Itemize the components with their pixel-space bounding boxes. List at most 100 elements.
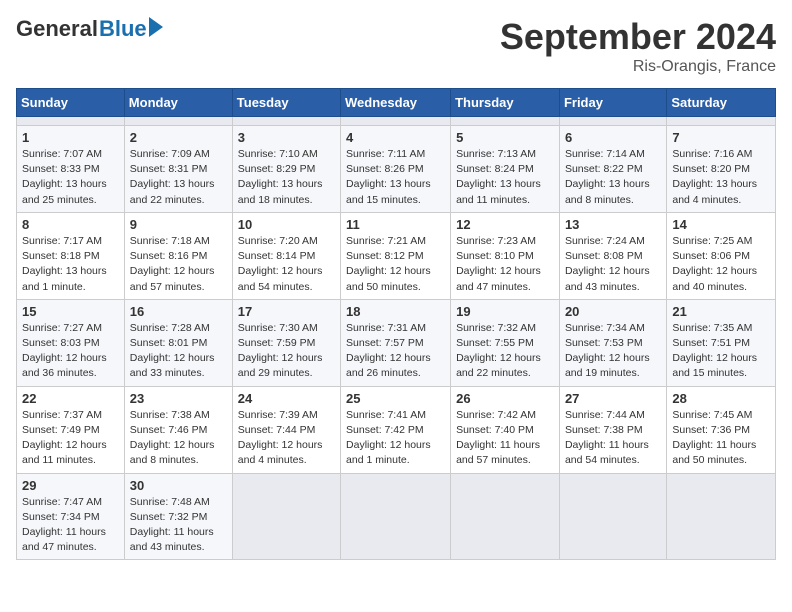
day-number: 3 bbox=[238, 130, 335, 145]
day-content: Sunrise: 7:25 AM Sunset: 8:06 PM Dayligh… bbox=[672, 234, 770, 295]
calendar-day-cell: 18Sunrise: 7:31 AM Sunset: 7:57 PM Dayli… bbox=[341, 299, 451, 386]
day-number: 19 bbox=[456, 304, 554, 319]
calendar-day-cell: 14Sunrise: 7:25 AM Sunset: 8:06 PM Dayli… bbox=[667, 212, 776, 299]
calendar-day-cell: 29Sunrise: 7:47 AM Sunset: 7:34 PM Dayli… bbox=[17, 473, 125, 560]
calendar-day-cell bbox=[451, 117, 560, 126]
day-content: Sunrise: 7:16 AM Sunset: 8:20 PM Dayligh… bbox=[672, 147, 770, 208]
calendar-day-cell: 4Sunrise: 7:11 AM Sunset: 8:26 PM Daylig… bbox=[341, 126, 451, 213]
logo-arrow-icon bbox=[149, 17, 163, 37]
day-content: Sunrise: 7:10 AM Sunset: 8:29 PM Dayligh… bbox=[238, 147, 335, 208]
day-number: 8 bbox=[22, 217, 119, 232]
day-number: 24 bbox=[238, 391, 335, 406]
calendar-week-row: 1 Sunrise: 7:07 AM Sunset: 8:33 PM Daylig… bbox=[17, 126, 776, 213]
day-number: 29 bbox=[22, 478, 119, 493]
day-content: Sunrise: 7:45 AM Sunset: 7:36 PM Dayligh… bbox=[672, 408, 770, 469]
day-number: 1 bbox=[22, 130, 119, 145]
day-content: Sunrise: 7:34 AM Sunset: 7:53 PM Dayligh… bbox=[565, 321, 661, 382]
day-content: Sunrise: 7:44 AM Sunset: 7:38 PM Dayligh… bbox=[565, 408, 661, 469]
calendar-title: September 2024 bbox=[500, 16, 776, 58]
day-content: Sunrise: 7:35 AM Sunset: 7:51 PM Dayligh… bbox=[672, 321, 770, 382]
calendar-day-cell bbox=[667, 473, 776, 560]
calendar-day-cell bbox=[232, 117, 340, 126]
calendar-day-cell: 28 Sunrise: 7:45 AM Sunset: 7:36 PM Dayli… bbox=[667, 386, 776, 473]
day-content: Sunrise: 7:07 AM Sunset: 8:33 PM Dayligh… bbox=[22, 147, 119, 208]
calendar-table: Sunday Monday Tuesday Wednesday Thursday… bbox=[16, 88, 776, 560]
day-number: 27 bbox=[565, 391, 661, 406]
calendar-header-row: Sunday Monday Tuesday Wednesday Thursday… bbox=[17, 89, 776, 117]
day-number: 26 bbox=[456, 391, 554, 406]
calendar-day-cell: 8 Sunrise: 7:17 AM Sunset: 8:18 PM Daylig… bbox=[17, 212, 125, 299]
calendar-day-cell: 25Sunrise: 7:41 AM Sunset: 7:42 PM Dayli… bbox=[341, 386, 451, 473]
day-content: Sunrise: 7:13 AM Sunset: 8:24 PM Dayligh… bbox=[456, 147, 554, 208]
day-number: 2 bbox=[130, 130, 227, 145]
calendar-day-cell bbox=[124, 117, 232, 126]
calendar-day-cell: 3 Sunrise: 7:10 AM Sunset: 8:29 PM Daylig… bbox=[232, 126, 340, 213]
calendar-day-cell: 17Sunrise: 7:30 AM Sunset: 7:59 PM Dayli… bbox=[232, 299, 340, 386]
day-number: 28 bbox=[672, 391, 770, 406]
calendar-day-cell bbox=[559, 473, 666, 560]
page-header: General Blue September 2024 Ris-Orangis,… bbox=[16, 16, 776, 76]
day-number: 22 bbox=[22, 391, 119, 406]
day-number: 4 bbox=[346, 130, 445, 145]
calendar-day-cell: 9 Sunrise: 7:18 AM Sunset: 8:16 PM Daylig… bbox=[124, 212, 232, 299]
day-number: 21 bbox=[672, 304, 770, 319]
calendar-day-cell: 15 Sunrise: 7:27 AM Sunset: 8:03 PM Dayli… bbox=[17, 299, 125, 386]
day-content: Sunrise: 7:21 AM Sunset: 8:12 PM Dayligh… bbox=[346, 234, 445, 295]
calendar-day-cell: 24Sunrise: 7:39 AM Sunset: 7:44 PM Dayli… bbox=[232, 386, 340, 473]
calendar-day-cell bbox=[17, 117, 125, 126]
col-monday: Monday bbox=[124, 89, 232, 117]
calendar-day-cell: 21 Sunrise: 7:35 AM Sunset: 7:51 PM Dayli… bbox=[667, 299, 776, 386]
day-number: 13 bbox=[565, 217, 661, 232]
calendar-day-cell: 19 Sunrise: 7:32 AM Sunset: 7:55 PM Dayli… bbox=[451, 299, 560, 386]
day-number: 30 bbox=[130, 478, 227, 493]
calendar-day-cell: 16Sunrise: 7:28 AM Sunset: 8:01 PM Dayli… bbox=[124, 299, 232, 386]
calendar-day-cell: 6 Sunrise: 7:14 AM Sunset: 8:22 PM Daylig… bbox=[559, 126, 666, 213]
day-number: 6 bbox=[565, 130, 661, 145]
day-number: 12 bbox=[456, 217, 554, 232]
calendar-day-cell: 27 Sunrise: 7:44 AM Sunset: 7:38 PM Dayli… bbox=[559, 386, 666, 473]
day-number: 7 bbox=[672, 130, 770, 145]
col-tuesday: Tuesday bbox=[232, 89, 340, 117]
day-content: Sunrise: 7:27 AM Sunset: 8:03 PM Dayligh… bbox=[22, 321, 119, 382]
calendar-day-cell bbox=[341, 473, 451, 560]
day-content: Sunrise: 7:18 AM Sunset: 8:16 PM Dayligh… bbox=[130, 234, 227, 295]
col-saturday: Saturday bbox=[667, 89, 776, 117]
day-content: Sunrise: 7:48 AM Sunset: 7:32 PM Dayligh… bbox=[130, 495, 227, 556]
col-thursday: Thursday bbox=[451, 89, 560, 117]
calendar-day-cell: 12 Sunrise: 7:23 AM Sunset: 8:10 PM Dayli… bbox=[451, 212, 560, 299]
calendar-day-cell: 23Sunrise: 7:38 AM Sunset: 7:46 PM Dayli… bbox=[124, 386, 232, 473]
calendar-day-cell: 26 Sunrise: 7:42 AM Sunset: 7:40 PM Dayli… bbox=[451, 386, 560, 473]
day-number: 16 bbox=[130, 304, 227, 319]
calendar-day-cell: 13Sunrise: 7:24 AM Sunset: 8:08 PM Dayli… bbox=[559, 212, 666, 299]
calendar-day-cell bbox=[232, 473, 340, 560]
day-content: Sunrise: 7:31 AM Sunset: 7:57 PM Dayligh… bbox=[346, 321, 445, 382]
calendar-week-row: 8 Sunrise: 7:17 AM Sunset: 8:18 PM Daylig… bbox=[17, 212, 776, 299]
day-content: Sunrise: 7:17 AM Sunset: 8:18 PM Dayligh… bbox=[22, 234, 119, 295]
day-content: Sunrise: 7:37 AM Sunset: 7:49 PM Dayligh… bbox=[22, 408, 119, 469]
day-number: 9 bbox=[130, 217, 227, 232]
calendar-week-row: 22 Sunrise: 7:37 AM Sunset: 7:49 PM Dayli… bbox=[17, 386, 776, 473]
day-content: Sunrise: 7:30 AM Sunset: 7:59 PM Dayligh… bbox=[238, 321, 335, 382]
calendar-week-row: 15 Sunrise: 7:27 AM Sunset: 8:03 PM Dayli… bbox=[17, 299, 776, 386]
calendar-day-cell: 22 Sunrise: 7:37 AM Sunset: 7:49 PM Dayli… bbox=[17, 386, 125, 473]
day-content: Sunrise: 7:41 AM Sunset: 7:42 PM Dayligh… bbox=[346, 408, 445, 469]
calendar-week-row: 29Sunrise: 7:47 AM Sunset: 7:34 PM Dayli… bbox=[17, 473, 776, 560]
calendar-day-cell bbox=[341, 117, 451, 126]
day-content: Sunrise: 7:14 AM Sunset: 8:22 PM Dayligh… bbox=[565, 147, 661, 208]
day-content: Sunrise: 7:20 AM Sunset: 8:14 PM Dayligh… bbox=[238, 234, 335, 295]
logo-blue-text: Blue bbox=[99, 16, 147, 42]
calendar-day-cell: 1 Sunrise: 7:07 AM Sunset: 8:33 PM Daylig… bbox=[17, 126, 125, 213]
calendar-location: Ris-Orangis, France bbox=[500, 58, 776, 76]
day-content: Sunrise: 7:42 AM Sunset: 7:40 PM Dayligh… bbox=[456, 408, 554, 469]
day-content: Sunrise: 7:09 AM Sunset: 8:31 PM Dayligh… bbox=[130, 147, 227, 208]
day-number: 10 bbox=[238, 217, 335, 232]
calendar-day-cell bbox=[451, 473, 560, 560]
calendar-week-row bbox=[17, 117, 776, 126]
day-number: 15 bbox=[22, 304, 119, 319]
day-number: 5 bbox=[456, 130, 554, 145]
col-friday: Friday bbox=[559, 89, 666, 117]
day-number: 23 bbox=[130, 391, 227, 406]
calendar-day-cell: 20Sunrise: 7:34 AM Sunset: 7:53 PM Dayli… bbox=[559, 299, 666, 386]
day-content: Sunrise: 7:23 AM Sunset: 8:10 PM Dayligh… bbox=[456, 234, 554, 295]
day-content: Sunrise: 7:32 AM Sunset: 7:55 PM Dayligh… bbox=[456, 321, 554, 382]
